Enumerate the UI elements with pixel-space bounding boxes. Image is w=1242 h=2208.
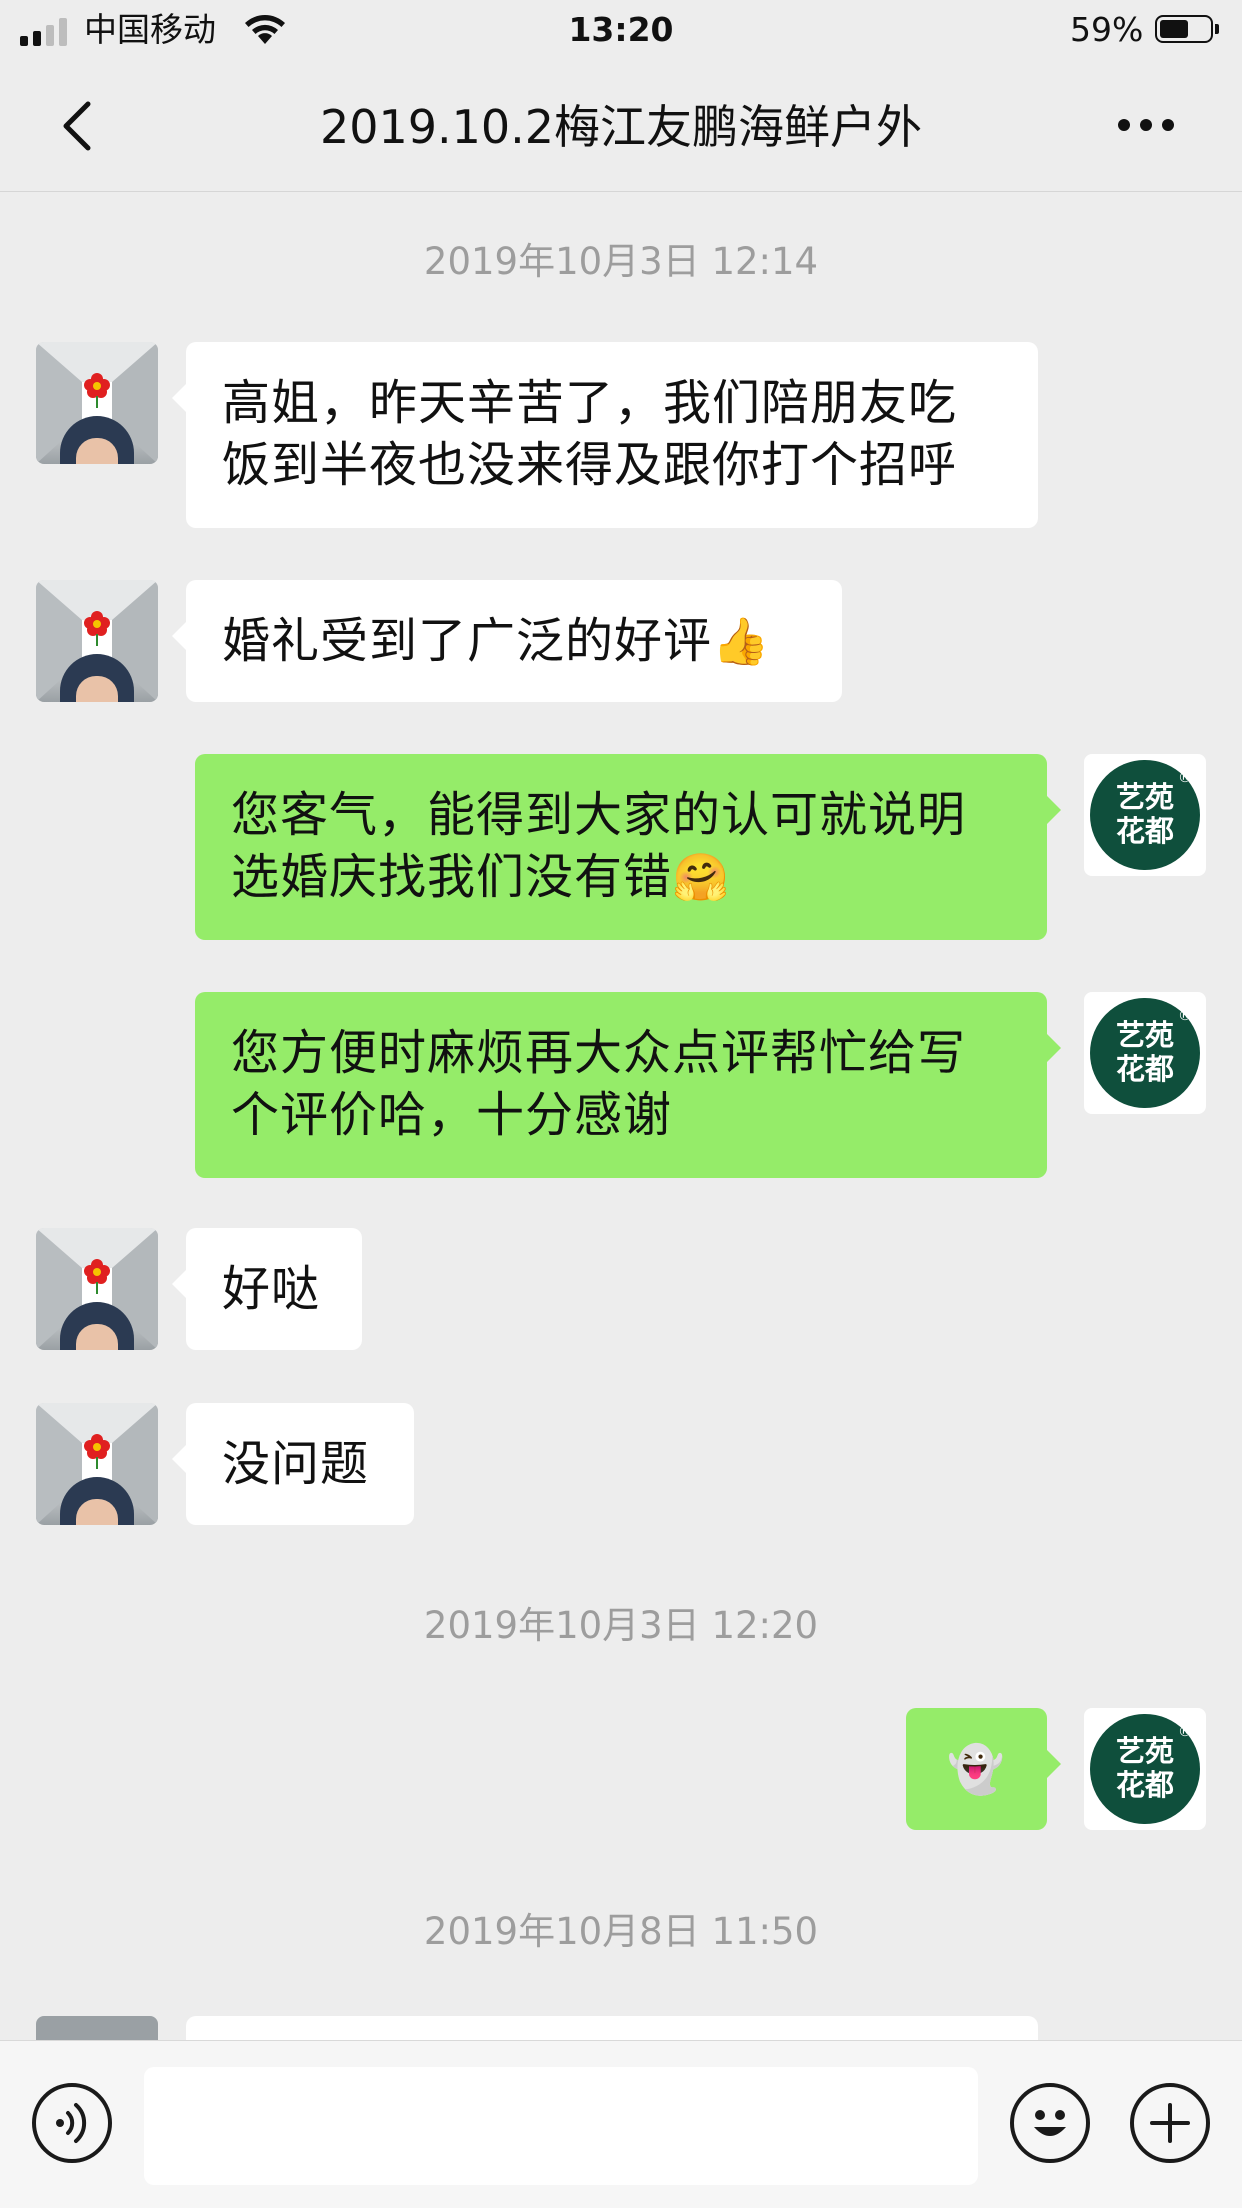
incoming-message[interactable]: 高姐，昨天辛苦了，我们陪朋友吃 饭到半夜也没来得及跟你打个招呼	[172, 342, 1038, 528]
incoming-message[interactable]: 好哒	[172, 1228, 362, 1350]
my-avatar[interactable]: 艺苑 花都 ®	[1084, 992, 1206, 1114]
message-text-line: 您客气，能得到大家的认可就说明	[231, 787, 967, 843]
timestamp: 2019年10月8日 11:50	[423, 1910, 819, 1953]
registered-mark: ®	[1178, 1008, 1192, 1024]
contact-avatar[interactable]	[36, 342, 158, 464]
contact-avatar[interactable]	[36, 580, 158, 702]
plus-icon[interactable]	[1130, 2083, 1210, 2163]
incoming-message[interactable]: 没问题	[172, 1403, 414, 1525]
status-bar: 中国移动 13:20 59%	[0, 0, 1242, 62]
flower-icon	[84, 611, 110, 646]
message-text: 好哒	[222, 1261, 321, 1317]
message-text-line: 选婚庆找我们没有错🤗	[231, 849, 731, 905]
outgoing-message[interactable]: 👻	[906, 1708, 1061, 1830]
battery-tip	[1215, 24, 1219, 34]
timestamp: 2019年10月3日 12:20	[423, 1604, 819, 1647]
message-text: 没问题	[222, 1436, 370, 1492]
contact-avatar[interactable]	[36, 1403, 158, 1525]
hugging-face-icon: 🤗	[672, 850, 731, 904]
registered-mark: ®	[1178, 1724, 1192, 1740]
battery-icon	[1155, 15, 1213, 43]
incoming-message[interactable]	[186, 2016, 1038, 2040]
emoji-icon[interactable]	[1010, 2083, 1090, 2163]
contact-avatar[interactable]	[36, 1228, 158, 1350]
battery-percent: 59%	[1070, 10, 1144, 49]
flower-icon	[84, 1434, 110, 1469]
my-avatar[interactable]: 艺苑 花都 ®	[1084, 1708, 1206, 1830]
thumbs-up-icon: 👍	[712, 614, 771, 668]
flower-icon	[84, 373, 110, 408]
contact-avatar[interactable]	[36, 2016, 158, 2040]
voice-icon[interactable]	[32, 2083, 112, 2163]
message-text-line: 个评价哈，十分感谢	[231, 1087, 673, 1143]
message-text: 婚礼受到了广泛的好评	[222, 613, 713, 669]
chat-header: 2019.10.2梅江友鹏海鲜户外	[0, 62, 1242, 192]
outgoing-message[interactable]: 您客气，能得到大家的认可就说明 选婚庆找我们没有错🤗	[195, 754, 1061, 940]
more-dots-icon[interactable]	[1114, 114, 1178, 138]
chat-title: 2019.10.2梅江友鹏海鲜户外	[319, 100, 923, 154]
status-time: 13:20	[568, 10, 674, 49]
message-input[interactable]	[144, 2067, 978, 2185]
message-text-line: 高姐，昨天辛苦了，我们陪朋友吃	[222, 375, 958, 431]
message-text-line: 您方便时麻烦再大众点评帮忙给写	[231, 1025, 967, 1081]
input-bar	[0, 2040, 1242, 2208]
incoming-message[interactable]: 婚礼受到了广泛的好评👍	[172, 580, 842, 702]
message-text-line: 饭到半夜也没来得及跟你打个招呼	[222, 437, 958, 493]
flower-icon	[84, 1259, 110, 1294]
registered-mark: ®	[1178, 770, 1192, 786]
outgoing-message[interactable]: 您方便时麻烦再大众点评帮忙给写 个评价哈，十分感谢	[195, 992, 1061, 1178]
my-avatar[interactable]: 艺苑 花都 ®	[1084, 754, 1206, 876]
ghost-icon: 👻	[947, 1742, 1006, 1796]
timestamp: 2019年10月3日 12:14	[423, 240, 819, 283]
